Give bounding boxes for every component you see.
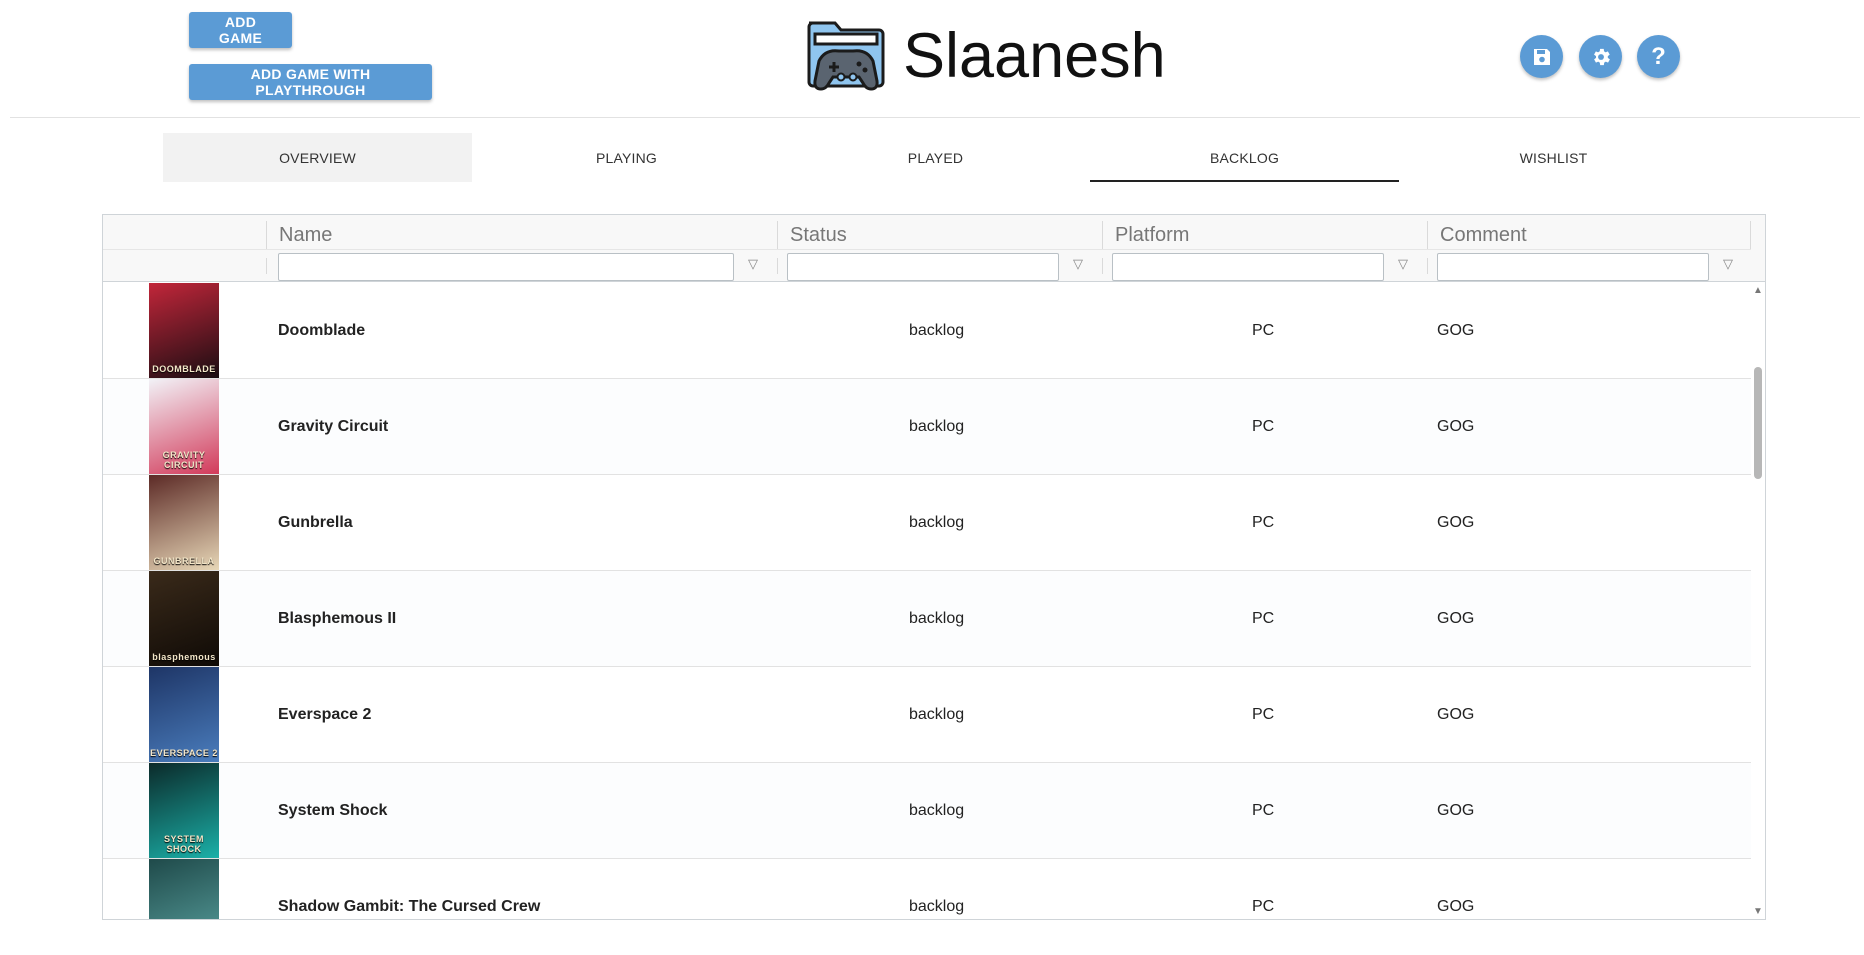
- brand: Slaanesh: [805, 14, 1166, 98]
- add-game-button[interactable]: ADD GAME: [189, 12, 292, 48]
- cover-title-art: EVERSPACE 2: [150, 748, 218, 758]
- filter-row: ▽ ▽ ▽ ▽: [103, 249, 1751, 281]
- settings-button[interactable]: [1579, 35, 1622, 78]
- table-row[interactable]: blasphemous Blasphemous II backlog PC GOG: [103, 571, 1751, 667]
- game-status: backlog: [909, 514, 965, 531]
- table-row[interactable]: EVERSPACE 2 Everspace 2 backlog PC GOG: [103, 667, 1751, 763]
- filter-icon[interactable]: ▽: [1720, 256, 1736, 274]
- scrollbar-thumb[interactable]: [1754, 367, 1762, 479]
- scroll-up-icon[interactable]: ▲: [1753, 285, 1763, 296]
- column-header-platform[interactable]: Platform: [1102, 221, 1427, 249]
- gear-icon: [1593, 48, 1610, 65]
- game-platform: PC: [1252, 706, 1275, 723]
- game-comment: GOG: [1437, 898, 1475, 915]
- game-comment: GOG: [1437, 514, 1475, 531]
- game-comment: GOG: [1437, 322, 1475, 339]
- tab-playing[interactable]: PLAYING: [472, 133, 781, 182]
- game-cover-image: DOOMBLADE: [149, 283, 219, 378]
- name-filter-input[interactable]: [278, 253, 734, 281]
- table-row[interactable]: Shadow Gambit: The Cursed Crew backlog PC G…: [103, 859, 1751, 919]
- tab-wishlist[interactable]: WISHLIST: [1399, 133, 1708, 182]
- table-row[interactable]: DOOMBLADE Doomblade backlog PC GOG: [103, 283, 1751, 379]
- header-divider: [10, 117, 1860, 118]
- table-row[interactable]: GUNBRELLA Gunbrella backlog PC GOG: [103, 475, 1751, 571]
- game-platform: PC: [1252, 514, 1275, 531]
- platform-filter-input[interactable]: [1112, 253, 1384, 281]
- game-name: System Shock: [278, 802, 388, 819]
- save-button[interactable]: [1520, 35, 1563, 78]
- help-icon: ?: [1651, 42, 1666, 70]
- game-cover-image: EVERSPACE 2: [149, 667, 219, 762]
- grid-body: DOOMBLADE Doomblade backlog PC GOG GRAVITY CI…: [103, 283, 1751, 919]
- scroll-down-icon[interactable]: ▼: [1753, 906, 1763, 917]
- game-cover-image: SYSTEM SHOCK: [149, 763, 219, 858]
- app-header: ADD GAME ADD GAME WITH PLAYTHROUGH Slaan…: [0, 0, 1864, 118]
- game-status: backlog: [909, 610, 965, 627]
- game-comment: GOG: [1437, 418, 1475, 435]
- game-status: backlog: [909, 802, 965, 819]
- game-cover-image: [149, 859, 219, 919]
- cover-title-art: DOOMBLADE: [152, 364, 216, 374]
- tab-bar: OVERVIEW PLAYING PLAYED BACKLOG WISHLIST: [163, 133, 1708, 182]
- game-name: Shadow Gambit: The Cursed Crew: [278, 898, 541, 915]
- game-comment: GOG: [1437, 610, 1475, 627]
- column-separator: [777, 258, 778, 274]
- tab-played[interactable]: PLAYED: [781, 133, 1090, 182]
- game-platform: PC: [1252, 418, 1275, 435]
- help-button[interactable]: ?: [1637, 35, 1680, 78]
- game-comment: GOG: [1437, 706, 1475, 723]
- game-comment: GOG: [1437, 802, 1475, 819]
- game-status: backlog: [909, 418, 965, 435]
- grid-header: Name Status Platform Comment ▽ ▽ ▽ ▽: [103, 215, 1765, 282]
- vertical-scrollbar[interactable]: ▲ ▼: [1751, 283, 1765, 919]
- game-platform: PC: [1252, 322, 1275, 339]
- game-cover-image: GRAVITY CIRCUIT: [149, 379, 219, 474]
- game-platform: PC: [1252, 802, 1275, 819]
- filter-icon[interactable]: ▽: [1395, 256, 1411, 274]
- game-platform: PC: [1252, 898, 1275, 915]
- game-cover-image: GUNBRELLA: [149, 475, 219, 570]
- add-game-with-playthrough-button[interactable]: ADD GAME WITH PLAYTHROUGH: [189, 64, 432, 100]
- cover-title-art: blasphemous: [152, 652, 216, 662]
- game-platform: PC: [1252, 610, 1275, 627]
- tab-backlog[interactable]: BACKLOG: [1090, 133, 1399, 182]
- game-name: Everspace 2: [278, 706, 372, 723]
- folder-gamepad-icon: [807, 21, 885, 91]
- game-name: Blasphemous II: [278, 610, 397, 627]
- column-separator: [266, 258, 267, 274]
- cover-title-art: GRAVITY CIRCUIT: [162, 450, 206, 470]
- games-grid: Name Status Platform Comment ▽ ▽ ▽ ▽ DOO…: [102, 214, 1766, 920]
- tab-overview[interactable]: OVERVIEW: [163, 133, 472, 182]
- column-header-name[interactable]: Name: [266, 221, 777, 249]
- filter-icon[interactable]: ▽: [745, 256, 761, 274]
- game-status: backlog: [909, 706, 965, 723]
- column-header-status[interactable]: Status: [777, 221, 1102, 249]
- game-cover-image: blasphemous: [149, 571, 219, 666]
- table-row[interactable]: SYSTEM SHOCK System Shock backlog PC GOG: [103, 763, 1751, 859]
- cover-title-art: GUNBRELLA: [153, 556, 215, 566]
- status-filter-input[interactable]: [787, 253, 1059, 281]
- game-status: backlog: [909, 898, 965, 915]
- cover-title-art: SYSTEM SHOCK: [163, 834, 204, 854]
- filter-icon[interactable]: ▽: [1070, 256, 1086, 274]
- game-name: Gunbrella: [278, 514, 353, 531]
- game-name: Gravity Circuit: [278, 418, 389, 435]
- table-row[interactable]: GRAVITY CIRCUIT Gravity Circuit backlog PC G…: [103, 379, 1751, 475]
- save-icon: [1533, 48, 1550, 65]
- column-header-comment[interactable]: Comment: [1427, 221, 1751, 249]
- comment-filter-input[interactable]: [1437, 253, 1709, 281]
- app-title: Slaanesh: [903, 20, 1166, 91]
- column-separator: [1427, 258, 1428, 274]
- game-status: backlog: [909, 322, 965, 339]
- game-name: Doomblade: [278, 322, 366, 339]
- column-separator: [1102, 258, 1103, 274]
